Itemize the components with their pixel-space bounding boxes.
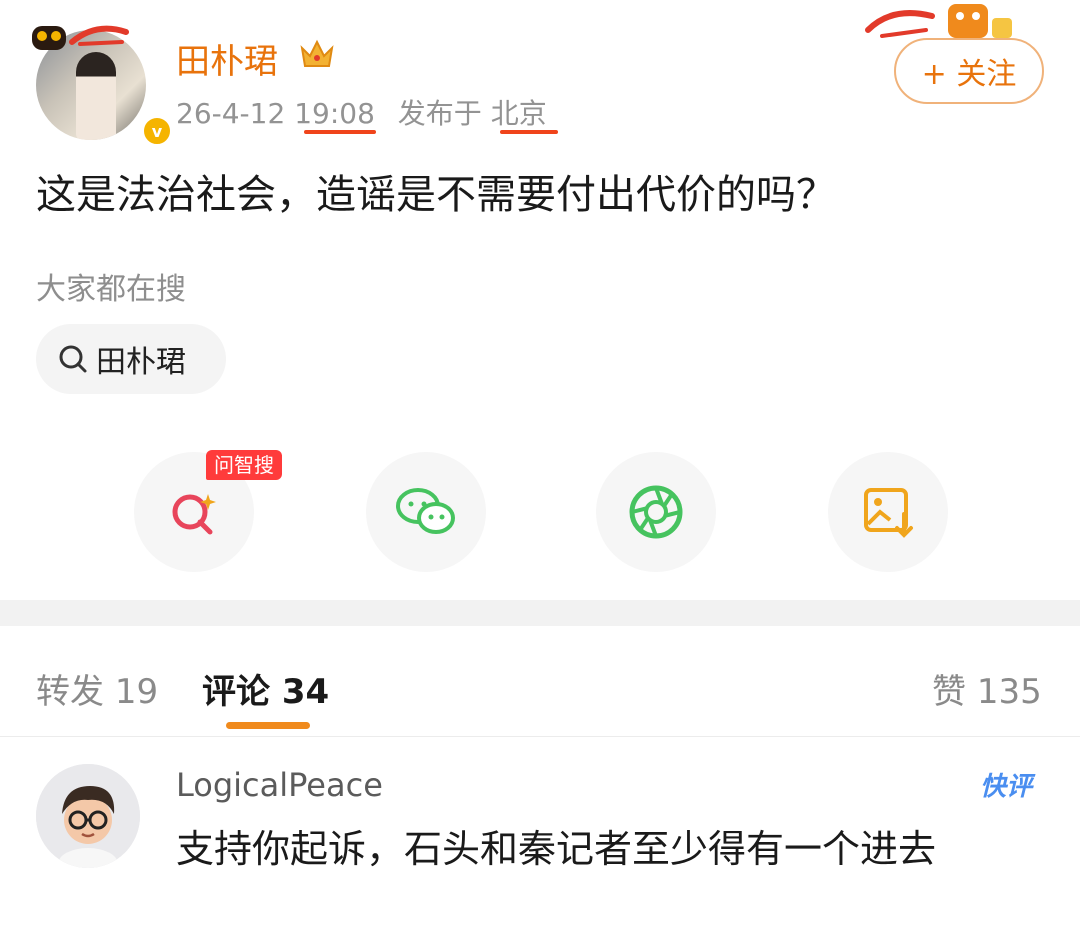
post-time: 19:08: [294, 97, 375, 130]
comment-count: 34: [281, 672, 330, 712]
repost-label: 转发: [36, 672, 104, 712]
verified-badge-icon: v: [140, 114, 174, 148]
search-chip[interactable]: 田朴珺: [36, 324, 226, 394]
commenter-avatar[interactable]: [36, 764, 140, 868]
time-underline: [304, 130, 376, 134]
published-label: 发布于: [397, 97, 482, 130]
like-label: 赞: [932, 672, 966, 712]
commenter-name[interactable]: LogicalPeace: [176, 766, 383, 804]
save-image-icon: [864, 488, 913, 538]
tab-comments[interactable]: 评论 34: [202, 664, 329, 713]
post-meta: 26-4-12 19:08 发布于 北京: [176, 92, 547, 132]
crown-icon: [300, 39, 334, 67]
post-text: 这是法治社会，造谣是不需要付出代价的吗？: [36, 172, 836, 218]
moments-icon: [629, 485, 683, 539]
tiger-sticker-icon: [865, 4, 1012, 38]
post-date: 26-4-12: [176, 97, 286, 130]
follow-button[interactable]: + 关注: [894, 38, 1044, 104]
wechat-icon: [396, 488, 455, 534]
wenzhisou-tag: 问智搜: [206, 450, 282, 480]
share-moments-button[interactable]: [596, 452, 716, 572]
save-image-button[interactable]: [828, 452, 948, 572]
comment-label: 评论: [202, 672, 270, 712]
stats-tabs: 转发 19 评论 34 赞 135: [0, 660, 1080, 713]
like-count: 135: [976, 672, 1042, 712]
section-divider: [0, 600, 1080, 626]
author-name[interactable]: 田朴珺: [176, 34, 278, 83]
active-tab-indicator: [226, 722, 310, 729]
post-location: 北京: [490, 97, 547, 130]
search-icon: [59, 345, 87, 373]
repost-count: 19: [114, 672, 159, 712]
tab-likes[interactable]: 赞 135: [932, 664, 1042, 713]
trending-search-title: 大家都在搜: [36, 272, 186, 307]
quick-comment-badge: 快评: [980, 772, 1033, 802]
tabs-divider: [0, 736, 1080, 737]
tab-repost[interactable]: 转发 19: [36, 664, 158, 713]
cartoon-boy-avatar-icon: [36, 764, 140, 868]
comment-text: 支持你起诉，石头和秦记者至少得有一个进去: [176, 827, 937, 871]
tiger-year-badge-icon: [32, 25, 129, 50]
location-underline: [500, 130, 558, 134]
search-chip-label: 田朴珺: [96, 345, 186, 380]
author-avatar[interactable]: v: [32, 18, 174, 148]
share-row: [0, 452, 1080, 572]
search-sparkle-icon: [172, 494, 216, 535]
share-wechat-button[interactable]: [366, 452, 486, 572]
